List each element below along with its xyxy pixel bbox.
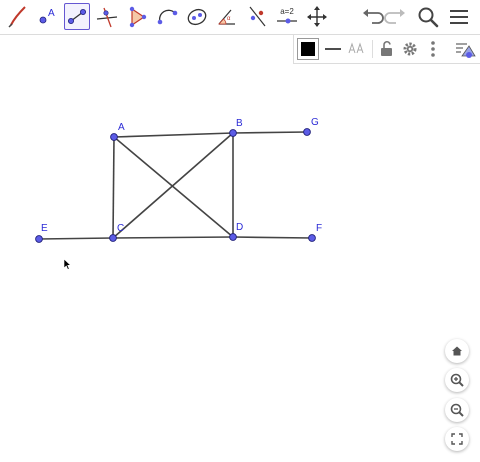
reflect-icon: [249, 6, 266, 27]
perpendicular-line-tool-button[interactable]: [94, 3, 120, 30]
segment-AC[interactable]: [112, 136, 115, 239]
point-label-G: G: [311, 117, 319, 128]
point-C[interactable]: [109, 234, 117, 242]
move-graphics-view-icon: [307, 6, 327, 27]
point-D[interactable]: [229, 233, 237, 241]
angle-tool-button[interactable]: α: [214, 3, 240, 30]
segment-EC[interactable]: [38, 237, 114, 240]
point-label-A: A: [118, 122, 125, 133]
move-graphics-view-tool-button[interactable]: [304, 3, 330, 30]
zoom-in-button[interactable]: [445, 368, 469, 392]
fullscreen-button[interactable]: [445, 427, 469, 451]
point-label-D: D: [236, 222, 243, 233]
circular-arc-tool-button[interactable]: [154, 3, 180, 30]
undo-icon: [363, 9, 384, 24]
point-A[interactable]: [110, 133, 118, 141]
segments-layer: [38, 131, 313, 240]
svg-text:a=2: a=2: [280, 7, 294, 16]
point-label-F: F: [316, 223, 322, 234]
search-button[interactable]: [415, 4, 441, 30]
undo-button[interactable]: [358, 4, 384, 30]
menu-icon: [450, 10, 468, 24]
polygon-tool-button[interactable]: [124, 3, 150, 30]
circular-arc-icon: [157, 9, 178, 25]
slider-tool-button[interactable]: a=2: [274, 3, 300, 30]
point-F[interactable]: [308, 234, 316, 242]
svg-text:A: A: [48, 8, 55, 19]
home-button[interactable]: [445, 339, 469, 363]
segment-icon: [68, 9, 86, 24]
svg-text:α: α: [227, 16, 231, 22]
menu-button[interactable]: [446, 4, 472, 30]
segment-DF[interactable]: [232, 236, 313, 239]
search-icon: [418, 7, 439, 28]
zoom-out-button[interactable]: [445, 398, 469, 422]
pen-icon: [8, 6, 26, 28]
angle-icon: α: [218, 9, 235, 25]
perpendicular-line-icon: [96, 7, 118, 28]
segment-BG[interactable]: [232, 131, 308, 134]
zoom-out-icon: [450, 403, 464, 417]
segment-tool-button[interactable]: [64, 3, 90, 30]
polygon-icon: [129, 6, 147, 28]
point-label-E: E: [41, 223, 48, 234]
point-B[interactable]: [229, 129, 237, 137]
point-G[interactable]: [303, 128, 311, 136]
fullscreen-icon: [451, 433, 463, 445]
zoom-in-icon: [450, 373, 464, 387]
conic-icon: [187, 8, 207, 26]
reflect-tool-button[interactable]: [244, 3, 270, 30]
point-icon: A: [39, 8, 55, 24]
main-toolbar: A α a=2: [0, 0, 480, 35]
conic-tool-button[interactable]: [184, 3, 210, 30]
segment-AB[interactable]: [113, 132, 234, 138]
pen-tool-button[interactable]: [4, 3, 30, 30]
point-tool-button[interactable]: A: [34, 3, 60, 30]
slider-icon: a=2: [277, 7, 297, 24]
point-E[interactable]: [35, 235, 43, 243]
redo-button[interactable]: [384, 4, 410, 30]
point-label-C: C: [117, 223, 124, 234]
point-label-B: B: [236, 118, 243, 129]
mouse-cursor: [63, 258, 72, 270]
graphics-view[interactable]: A B G C D E F: [0, 36, 480, 462]
redo-icon: [384, 9, 405, 24]
segment-CD[interactable]: [112, 236, 234, 239]
home-icon: [452, 346, 462, 356]
